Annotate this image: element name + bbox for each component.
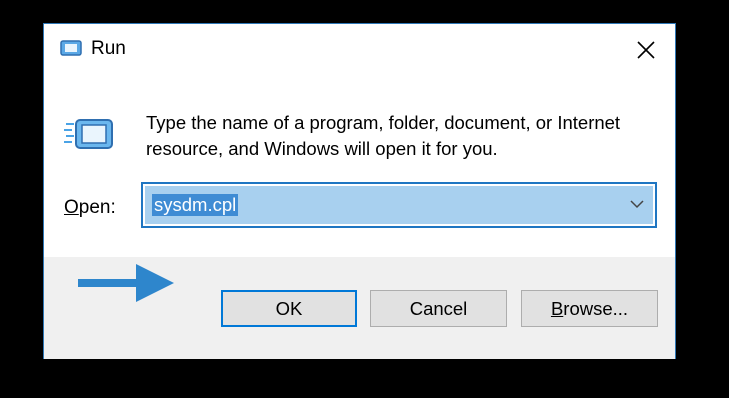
ok-button[interactable]: OK — [221, 290, 357, 327]
browse-button[interactable]: Browse... — [521, 290, 658, 327]
arrow-right-icon — [78, 264, 174, 302]
close-button[interactable] — [623, 30, 669, 70]
window-title: Run — [91, 38, 126, 59]
chevron-down-icon[interactable] — [629, 198, 645, 210]
open-input[interactable]: sysdm.cpl — [152, 194, 239, 216]
browse-label: rowse... — [563, 297, 629, 319]
title-bar[interactable]: Run — [44, 24, 675, 74]
open-label-text: pen: — [78, 197, 116, 218]
dialog-description: Type the name of a program, folder, docu… — [146, 112, 621, 159]
open-label-accelerator: O — [64, 197, 79, 218]
open-combobox[interactable]: sysdm.cpl — [141, 182, 657, 228]
run-icon — [60, 40, 82, 56]
cancel-button[interactable]: Cancel — [370, 290, 507, 327]
close-icon — [637, 41, 655, 59]
run-dialog: Run Type the name of a program, folder, … — [43, 23, 676, 359]
browse-accelerator: B — [550, 297, 564, 319]
run-icon — [64, 119, 113, 149]
open-label: Open: — [64, 197, 116, 219]
